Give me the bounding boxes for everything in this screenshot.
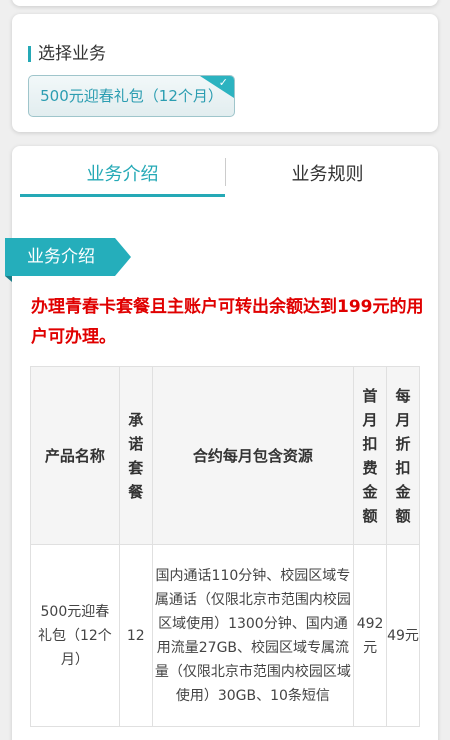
check-icon: ✓	[218, 76, 228, 89]
header-product-name: 产品名称	[30, 366, 120, 545]
select-section-title-text: 选择业务	[38, 44, 106, 64]
previous-card-edge	[12, 0, 438, 6]
intro-card: 业务介绍 业务规则 业务介绍 办理青春卡套餐且主账户可转出余额达到199元的用户…	[5, 146, 438, 740]
header-first-month-fee: 首月扣费金额	[353, 366, 388, 545]
header-monthly-discount: 每月折扣金额	[386, 366, 420, 545]
header-monthly-resources: 合约每月包含资源	[151, 366, 355, 545]
package-option-label: 500元迎春礼包（12个月）	[40, 87, 223, 105]
cell-first-month-fee: 492元	[353, 544, 388, 727]
selected-corner-badge	[200, 76, 234, 98]
package-select-card: 选择业务 ✓ 500元迎春礼包（12个月）	[12, 14, 438, 132]
cell-resources: 国内通话110分钟、校园区域专属通话（仅限北京市范围内校园区域使用）1300分钟…	[151, 544, 355, 727]
cell-product-name: 500元迎春礼包（12个月）	[30, 544, 120, 727]
tab-business-rules[interactable]: 业务规则	[225, 160, 430, 196]
header-committed-package: 承诺套餐	[118, 366, 153, 545]
cell-committed-months: 12	[118, 544, 153, 727]
active-tab-indicator	[20, 194, 225, 197]
package-option-selected[interactable]: ✓ 500元迎春礼包（12个月）	[28, 75, 235, 117]
cell-monthly-discount: 49元	[386, 544, 420, 727]
table-row: 500元迎春礼包（12个月） 12 国内通话110分钟、校园区域专属通话（仅限北…	[30, 544, 420, 727]
title-accent-bar	[28, 46, 31, 62]
section-ribbon: 业务介绍	[5, 238, 131, 276]
ribbon-fold	[5, 276, 12, 282]
product-table: 产品名称 承诺套餐 合约每月包含资源 首月扣费金额 每月折扣金额 500元迎春礼…	[30, 366, 420, 727]
eligibility-notice: 办理青春卡套餐且主账户可转出余额达到199元的用户可办理。	[31, 297, 424, 347]
tab-bar: 业务介绍 业务规则	[12, 146, 438, 198]
tab-business-intro[interactable]: 业务介绍	[20, 160, 225, 196]
table-header-row: 产品名称 承诺套餐 合约每月包含资源 首月扣费金额 每月折扣金额	[30, 366, 420, 545]
select-section-title: 选择业务	[28, 44, 106, 64]
